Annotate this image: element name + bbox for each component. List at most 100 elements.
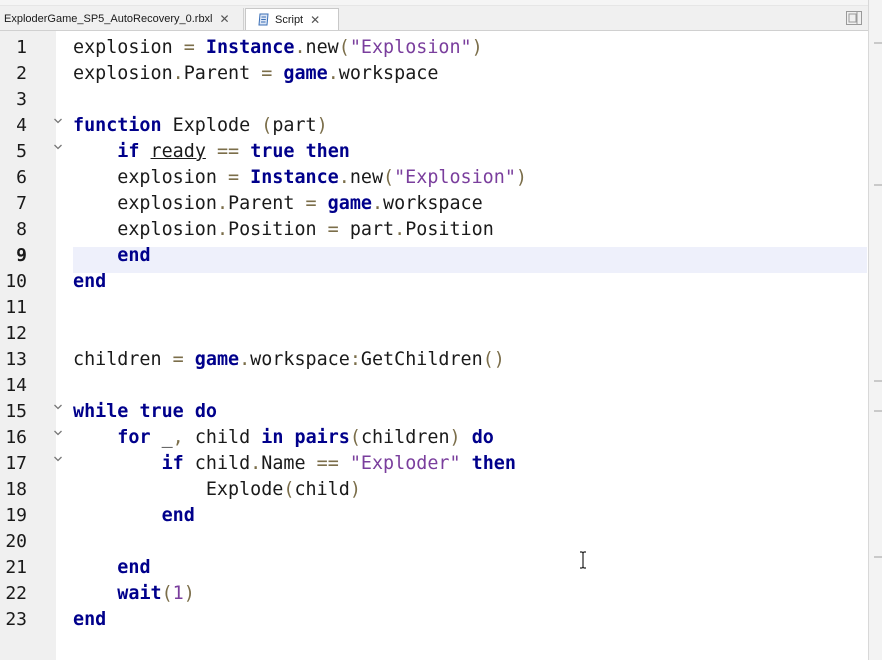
chevron-down-icon[interactable] — [53, 429, 63, 437]
code-token: . — [371, 193, 384, 214]
code-token: ( — [349, 427, 361, 448]
code-token: workspace — [338, 63, 439, 84]
tab-script[interactable]: Script ✕ — [245, 8, 339, 30]
code-token: ) — [471, 37, 483, 58]
tab-label: Script — [275, 13, 304, 26]
code-token: . — [216, 219, 229, 240]
code-token: explosion — [73, 193, 217, 214]
current-line-highlight — [73, 247, 867, 273]
code-token: Instance — [205, 37, 295, 58]
code-token: Instance — [250, 167, 339, 188]
code-line[interactable]: function Explode (part) — [73, 113, 328, 139]
code-line[interactable]: end — [73, 503, 195, 529]
code-token: game — [194, 349, 240, 370]
panel-edge-mark — [874, 556, 882, 558]
code-token: pairs — [294, 427, 350, 448]
chevron-down-icon[interactable] — [53, 143, 63, 151]
code-line[interactable]: for _, child in pairs(children) do — [73, 425, 494, 451]
code-line[interactable]: explosion.Position = part.Position — [73, 217, 494, 243]
line-number: 11 — [5, 297, 27, 318]
line-number: 21 — [5, 557, 27, 578]
tab-label: ExploderGame_SP5_AutoRecovery_0.rbxl — [4, 13, 213, 25]
code-line[interactable]: wait(1) — [73, 581, 195, 607]
code-line[interactable]: Explode(child) — [73, 477, 361, 503]
code-token: for — [117, 427, 151, 448]
code-token: . — [294, 37, 306, 58]
code-line[interactable]: if ready == true then — [73, 139, 350, 165]
code-token: then — [471, 453, 516, 474]
code-token: part — [272, 115, 317, 136]
code-token: Position — [405, 219, 494, 240]
line-number: 8 — [16, 219, 27, 240]
code-line[interactable]: children = game.workspace:GetChildren() — [73, 347, 505, 373]
code-token: new — [349, 167, 384, 188]
line-number: 22 — [5, 583, 27, 604]
line-number: 19 — [5, 505, 27, 526]
close-icon[interactable]: ✕ — [220, 12, 230, 26]
code-token: children — [360, 427, 450, 448]
code-token: child — [294, 479, 350, 500]
code-token: = — [216, 167, 251, 188]
code-line[interactable]: explosion = Instance.new("Explosion") — [73, 165, 527, 191]
code-token: in — [261, 427, 284, 448]
code-token: workspace — [383, 193, 483, 214]
code-line[interactable]: while true do — [73, 399, 217, 425]
panel-edge-mark — [874, 184, 882, 186]
code-token: end — [73, 271, 107, 292]
code-token: Explode — [73, 479, 284, 500]
code-token: while — [73, 401, 129, 422]
code-token: wait — [117, 583, 162, 604]
code-line[interactable]: explosion.Parent = game.workspace — [73, 61, 438, 87]
code-token: == — [205, 141, 251, 162]
code-line[interactable]: explosion.Parent = game.workspace — [73, 191, 483, 217]
tab-place-file[interactable]: ExploderGame_SP5_AutoRecovery_0.rbxl ✕ — [0, 8, 244, 30]
chevron-down-icon[interactable] — [53, 117, 63, 125]
line-number: 10 — [5, 271, 27, 292]
line-number: 20 — [5, 531, 27, 552]
panel-edge-mark — [874, 410, 882, 412]
code-token: children — [73, 349, 162, 370]
code-line[interactable]: explosion = Instance.new("Explosion") — [73, 35, 483, 61]
chevron-down-icon[interactable] — [53, 403, 63, 411]
line-number: 13 — [5, 349, 27, 370]
line-number: 5 — [16, 141, 27, 162]
split-view-icon[interactable] — [846, 11, 862, 25]
code-line[interactable]: end — [73, 269, 106, 295]
code-token: ( — [283, 479, 295, 500]
code-line[interactable]: end — [73, 555, 150, 581]
code-line[interactable]: if child.Name == "Exploder" then — [73, 451, 516, 477]
line-number: 23 — [5, 609, 27, 630]
panel-edge-mark — [874, 380, 882, 382]
code-line[interactable]: end — [73, 607, 106, 633]
code-token: ready — [150, 141, 206, 162]
code-token: . — [216, 193, 229, 214]
code-token: , — [172, 427, 184, 448]
code-token: child — [183, 453, 251, 474]
code-token: = — [294, 193, 328, 214]
panel-edge-mark — [874, 42, 882, 44]
chevron-down-icon[interactable] — [53, 455, 63, 463]
code-token: if — [117, 141, 140, 162]
code-token: then — [305, 141, 350, 162]
code-line[interactable]: end — [73, 243, 151, 269]
close-icon[interactable]: ✕ — [310, 13, 320, 27]
code-token: . — [338, 167, 350, 188]
code-token: end — [117, 245, 151, 266]
line-number: 3 — [16, 89, 27, 110]
code-token: ( — [261, 115, 273, 136]
code-token: explosion — [73, 37, 173, 58]
code-token: () — [482, 349, 505, 370]
code-token: Position — [228, 219, 317, 240]
line-number: 17 — [5, 453, 27, 474]
code-token: 1 — [172, 583, 184, 604]
